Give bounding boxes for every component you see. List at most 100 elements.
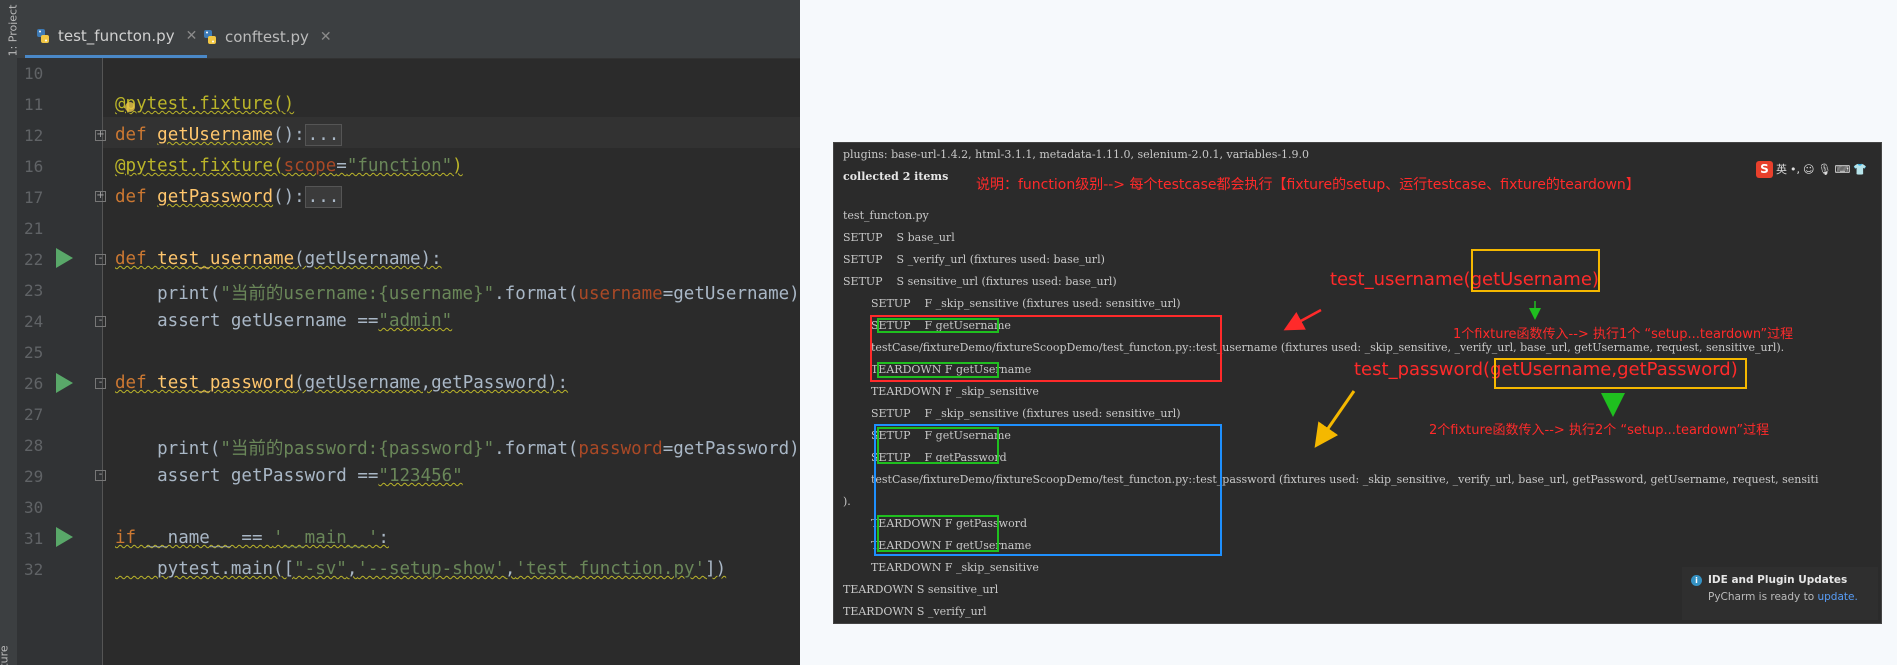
code-token: print( (115, 284, 221, 304)
ime-language[interactable]: 英 (1776, 161, 1787, 177)
code-token: '__main__' (273, 528, 379, 548)
code-token: pytest.main([ (115, 559, 295, 579)
run-icon[interactable] (56, 373, 73, 393)
cursor-icon (125, 102, 135, 112)
run-icon[interactable] (56, 248, 73, 268)
line-number: 32 (24, 560, 44, 579)
code-line-24[interactable]: assert getUsername =="admin" (115, 311, 452, 331)
line-number: 27 (24, 405, 44, 424)
code-token: =getUsername)) (662, 284, 800, 304)
code-token: = (336, 156, 347, 176)
code-token: .format( (494, 284, 579, 304)
code-token: : (378, 528, 389, 548)
notification-body: PyCharm is ready to (1708, 591, 1818, 603)
code-token: assert getUsername == (115, 311, 379, 331)
notification-title: IDE and Plugin Updates (1708, 574, 1848, 586)
code-line-23[interactable]: print("当前的username:{username}".format(us… (115, 280, 800, 305)
line-number: 24 (24, 312, 44, 331)
code-line-32[interactable]: pytest.main(["-sv",'--setup-show','test_… (115, 559, 726, 579)
info-icon: i (1691, 575, 1702, 586)
update-link[interactable]: update. (1817, 591, 1857, 603)
punctuation-icon[interactable]: •, (1790, 163, 1800, 176)
fold-end-icon[interactable]: - (95, 470, 106, 481)
code-token: def (115, 373, 158, 393)
code-line-29[interactable]: assert getPassword =="123456" (115, 466, 463, 486)
line-number: 22 (24, 250, 44, 269)
emoji-icon[interactable]: ☺ (1803, 163, 1814, 176)
project-tool-strip[interactable]: 1: Project ture (0, 0, 19, 665)
microphone-icon[interactable]: 🎙 (1817, 163, 1831, 176)
fold-collapse-icon[interactable]: - (95, 378, 106, 389)
code-token: scope (283, 156, 337, 176)
code-line-17[interactable]: def getPassword():... (115, 186, 343, 208)
code-token: test_username (157, 249, 295, 269)
code-token: @pytest.fixture( (115, 156, 284, 176)
code-line-31[interactable]: if __name__ == '__main__': (115, 528, 389, 548)
code-token: ) (452, 156, 463, 176)
code-line-16[interactable]: @pytest.fixture(scope="function") (115, 156, 463, 176)
line-number: 31 (24, 529, 44, 548)
line-number: 28 (24, 436, 44, 455)
code-token: def (115, 125, 158, 145)
code-token: ]) (705, 559, 727, 579)
code-token: "当前的password:{password}" (220, 439, 495, 459)
line-number: 25 (24, 343, 44, 362)
code-token: getPassword (157, 187, 274, 207)
code-token: getUsername (157, 125, 274, 145)
code-line-22[interactable]: def test_username(getUsername): (115, 249, 442, 269)
run-icon[interactable] (56, 527, 73, 547)
code-token: "当前的username:{username}" (220, 284, 495, 304)
code-token: __name__ == (136, 528, 274, 548)
line-number: 12 (24, 126, 44, 145)
ime-toolbar[interactable]: S 英 •, ☺ 🎙 ⌨ 👕 (1756, 159, 1878, 179)
fold-end-icon[interactable]: - (95, 316, 106, 327)
folded-code[interactable]: ... (304, 186, 343, 208)
line-number: 11 (24, 95, 44, 114)
code-line-28[interactable]: print("当前的password:{password}".format(pa… (115, 435, 800, 460)
structure-tool-label[interactable]: ture (0, 645, 11, 665)
fold-expand-icon[interactable]: + (95, 191, 106, 202)
line-number: 16 (24, 157, 44, 176)
python-file-icon (202, 29, 218, 45)
code-token: print( (115, 439, 221, 459)
code-line-12[interactable]: def getUsername():... (115, 124, 343, 146)
fold-collapse-icon[interactable]: - (95, 254, 106, 265)
code-token: username (578, 284, 663, 304)
ide-update-notification[interactable]: i IDE and Plugin Updates PyCharm is read… (1682, 567, 1878, 620)
ide-window: 1: Project ture test_functon.py ✕ confte… (0, 0, 800, 665)
code-token: def (115, 187, 158, 207)
code-token: test_password (157, 373, 295, 393)
close-icon[interactable]: ✕ (320, 29, 332, 45)
code-token: (): (273, 125, 305, 145)
code-token: "function" (346, 156, 453, 176)
line-number: 10 (24, 64, 44, 83)
code-token: password (578, 439, 663, 459)
code-token: "admin" (378, 311, 453, 331)
code-line-11[interactable]: @pytest.fixture() (115, 94, 294, 114)
keyboard-icon[interactable]: ⌨ (1834, 163, 1850, 176)
code-token: (): (273, 187, 305, 207)
folded-code[interactable]: ... (304, 124, 343, 146)
code-token: if (115, 528, 137, 548)
line-number: 17 (24, 188, 44, 207)
code-token: (getUsername): (294, 249, 442, 269)
code-token: 'test_function.py' (515, 559, 706, 579)
fold-expand-icon[interactable]: + (95, 130, 106, 141)
code-token: def (115, 249, 158, 269)
tab-test-functon[interactable]: test_functon.py ✕ (25, 16, 208, 58)
line-number: 26 (24, 374, 44, 393)
code-line-26[interactable]: def test_password(getUsername,getPasswor… (115, 373, 568, 393)
code-token: "123456" (378, 466, 463, 486)
line-number: 23 (24, 281, 44, 300)
pytest-output-screenshot: plugins: base-url-1.4.2, html-3.1.1, met… (833, 142, 1882, 624)
tab-label: conftest.py (225, 28, 309, 46)
tab-conftest[interactable]: conftest.py ✕ (192, 16, 342, 58)
editor-tab-bar: test_functon.py ✕ conftest.py ✕ (17, 0, 800, 59)
code-token: .format( (494, 439, 579, 459)
sogou-logo-icon: S (1756, 160, 1773, 178)
code-token: , (346, 559, 358, 579)
skin-icon[interactable]: 👕 (1853, 163, 1867, 176)
annotation-arrows (1283, 301, 1625, 448)
code-token: (getUsername,getPassword): (294, 373, 569, 393)
python-file-icon (35, 28, 51, 44)
